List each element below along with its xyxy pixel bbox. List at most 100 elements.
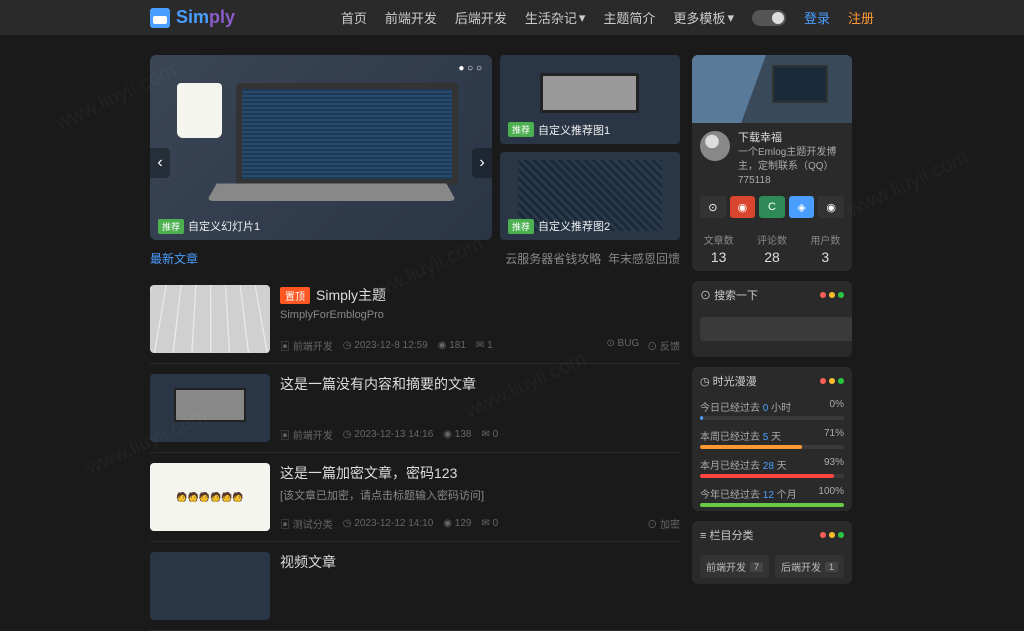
article-thumbnail: 🧑🧑🧑🧑🧑🧑 — [150, 463, 270, 531]
recommend-tag: 推荐 — [508, 122, 534, 137]
clock-icon: ◷ 2023-12-12 14:10 — [343, 518, 433, 529]
article-item[interactable]: 🧑🧑🧑🧑🧑🧑 这是一篇加密文章，密码123 [该文章已加密，请点击标题输入密码访… — [150, 453, 680, 542]
recommend-tag: 推荐 — [158, 219, 184, 234]
nav-frontend[interactable]: 前端开发 — [385, 8, 437, 27]
article-thumbnail — [150, 285, 270, 353]
main-content: ‹ › ● ○ ○ 推荐自定义幻灯片1 推荐自定义推荐图1 推荐自定义推荐图2 … — [150, 55, 680, 631]
tag-icon: ⊙ 加密 — [647, 516, 680, 531]
article-meta: ▣ 前端开发 ◷ 2023-12-8 12:59 ◉ 181 ✉ 1 ⊙ BUG… — [280, 338, 680, 353]
nav-life[interactable]: 生活杂记 ▾ — [525, 8, 586, 27]
article-title-text: 这是一篇加密文章，密码123 — [280, 463, 457, 483]
sidebar: 下载幸福 一个Emlog主题开发博主，定制联系（QQ）775118 ⊙ ◉ C … — [692, 55, 852, 631]
register-link[interactable]: 注册 — [848, 8, 874, 27]
category-icon: ▣ 前端开发 — [280, 427, 333, 442]
stat-value: 28 — [745, 249, 798, 265]
tab-link-1[interactable]: 云服务器省钱攻略 — [505, 252, 601, 266]
article-desc: [该文章已加密，请点击标题输入密码访问] — [280, 487, 680, 503]
article-item[interactable]: 这是一篇没有内容和摘要的文章 ▣ 前端开发 ◷ 2023-12-13 14:16… — [150, 364, 680, 453]
logo[interactable]: Simply — [150, 7, 235, 28]
stat-label: 评论数 — [745, 232, 798, 247]
panel-title: 搜索一下 — [714, 290, 758, 302]
nav-more[interactable]: 更多模板 ▾ — [673, 8, 734, 27]
nav-backend[interactable]: 后端开发 — [455, 8, 507, 27]
progress-item: 本周已经过去 5 天71% — [692, 424, 852, 453]
hero-slide[interactable]: ‹ › ● ○ ○ 推荐自定义幻灯片1 — [150, 55, 492, 240]
panel-title: 时光漫漫 — [713, 376, 757, 388]
wechat-icon[interactable]: C — [759, 196, 785, 218]
progress-item: 今日已经过去 0 小时0% — [692, 395, 852, 424]
nav: 首页 前端开发 后端开发 生活杂记 ▾ 主题简介 更多模板 ▾ 登录 注册 — [341, 8, 874, 27]
article-thumbnail — [150, 552, 270, 620]
comment-icon: ✉ 1 — [476, 340, 493, 351]
eye-icon: ◉ 138 — [443, 429, 471, 440]
login-link[interactable]: 登录 — [804, 8, 830, 27]
tag-icon: ⊙ BUG — [606, 338, 639, 353]
clock-icon: ◷ — [700, 376, 710, 388]
clock-icon: ◷ 2023-12-8 12:59 — [343, 340, 428, 351]
avatar — [700, 131, 730, 161]
article-item[interactable]: 置顶 Simply主题 SimplyForEmblogPro ▣ 前端开发 ◷ 2… — [150, 275, 680, 364]
progress-item: 今年已经过去 12 个月100% — [692, 482, 852, 511]
chevron-down-icon: ▾ — [727, 10, 734, 26]
window-dots-icon — [820, 292, 844, 298]
tag-icon: ⊙ 反馈 — [647, 338, 680, 353]
article-meta: ▣ 前端开发 ◷ 2023-12-13 14:16 ◉ 138 ✉ 0 — [280, 427, 680, 442]
stat-label: 用户数 — [799, 232, 852, 247]
search-input[interactable] — [700, 317, 852, 341]
article-title-text: 视频文章 — [280, 552, 336, 572]
comment-icon: ✉ 0 — [481, 429, 498, 440]
eye-icon: ◉ 181 — [438, 340, 466, 351]
qq-icon[interactable]: ◉ — [818, 196, 844, 218]
eye-icon: ◉ 129 — [443, 518, 471, 529]
nav-home[interactable]: 首页 — [341, 8, 367, 27]
slide-next-icon[interactable]: › — [472, 148, 492, 178]
hero-section: ‹ › ● ○ ○ 推荐自定义幻灯片1 推荐自定义推荐图1 推荐自定义推荐图2 — [150, 55, 680, 240]
window-dots-icon — [820, 532, 844, 538]
slide-prev-icon[interactable]: ‹ — [150, 148, 170, 178]
social-links: ⊙ ◉ C ◈ ◉ — [692, 196, 852, 226]
tab-latest[interactable]: 最新文章 — [150, 250, 198, 267]
author-card: 下载幸福 一个Emlog主题开发博主，定制联系（QQ）775118 ⊙ ◉ C … — [692, 55, 852, 271]
github-icon[interactable]: ⊙ — [700, 196, 726, 218]
theme-toggle[interactable] — [752, 10, 786, 26]
chevron-down-icon: ▾ — [579, 10, 586, 26]
hero-title: 自定义幻灯片1 — [188, 218, 260, 234]
article-item[interactable]: 视频文章 — [150, 542, 680, 631]
article-thumbnail — [150, 374, 270, 442]
tab-link-2[interactable]: 年末感恩回馈 — [608, 252, 680, 266]
pinned-tag: 置顶 — [280, 287, 310, 304]
recommend-tag: 推荐 — [508, 219, 534, 234]
stat-label: 文章数 — [692, 232, 745, 247]
comment-icon: ✉ 0 — [481, 518, 498, 529]
author-name: 下载幸福 — [738, 131, 844, 146]
list-icon: ≡ — [700, 530, 706, 542]
article-desc: SimplyForEmblogPro — [280, 309, 680, 321]
clock-icon: ◷ 2023-12-13 14:16 — [343, 429, 433, 440]
header: Simply 首页 前端开发 后端开发 生活杂记 ▾ 主题简介 更多模板 ▾ 登… — [0, 0, 1024, 35]
article-title-text: 这是一篇没有内容和摘要的文章 — [280, 374, 476, 394]
logo-text: Simply — [176, 7, 235, 28]
hero-thumb-title: 自定义推荐图2 — [538, 218, 610, 234]
category-icon: ▣ 测试分类 — [280, 516, 333, 531]
author-banner — [692, 55, 852, 123]
slide-indicators[interactable]: ● ○ ○ — [458, 63, 482, 74]
hero-thumb-1[interactable]: 推荐自定义推荐图1 — [500, 55, 680, 144]
progress-item: 本月已经过去 28 天93% — [692, 453, 852, 482]
category-icon: ▣ 前端开发 — [280, 338, 333, 353]
stat-value: 13 — [692, 249, 745, 265]
article-title-text: Simply主题 — [316, 285, 386, 305]
article-tabs: 最新文章 云服务器省钱攻略 年末感恩回馈 — [150, 250, 680, 267]
panel-title: 栏目分类 — [709, 530, 753, 542]
logo-icon — [150, 8, 170, 28]
window-dots-icon — [820, 378, 844, 384]
layers-icon[interactable]: ◈ — [789, 196, 815, 218]
time-panel: ◷ 时光漫漫 今日已经过去 0 小时0%本周已经过去 5 天71%本月已经过去 … — [692, 367, 852, 511]
hero-thumb-title: 自定义推荐图1 — [538, 122, 610, 138]
author-stats: 文章数 13 评论数 28 用户数 3 — [692, 226, 852, 271]
nav-theme[interactable]: 主题简介 — [603, 8, 655, 27]
stat-value: 3 — [799, 249, 852, 265]
hero-thumb-2[interactable]: 推荐自定义推荐图2 — [500, 152, 680, 241]
weibo-icon[interactable]: ◉ — [730, 196, 756, 218]
search-icon: ⊙ — [700, 290, 711, 302]
article-meta: ▣ 测试分类 ◷ 2023-12-12 14:10 ◉ 129 ✉ 0 ⊙ 加密 — [280, 516, 680, 531]
